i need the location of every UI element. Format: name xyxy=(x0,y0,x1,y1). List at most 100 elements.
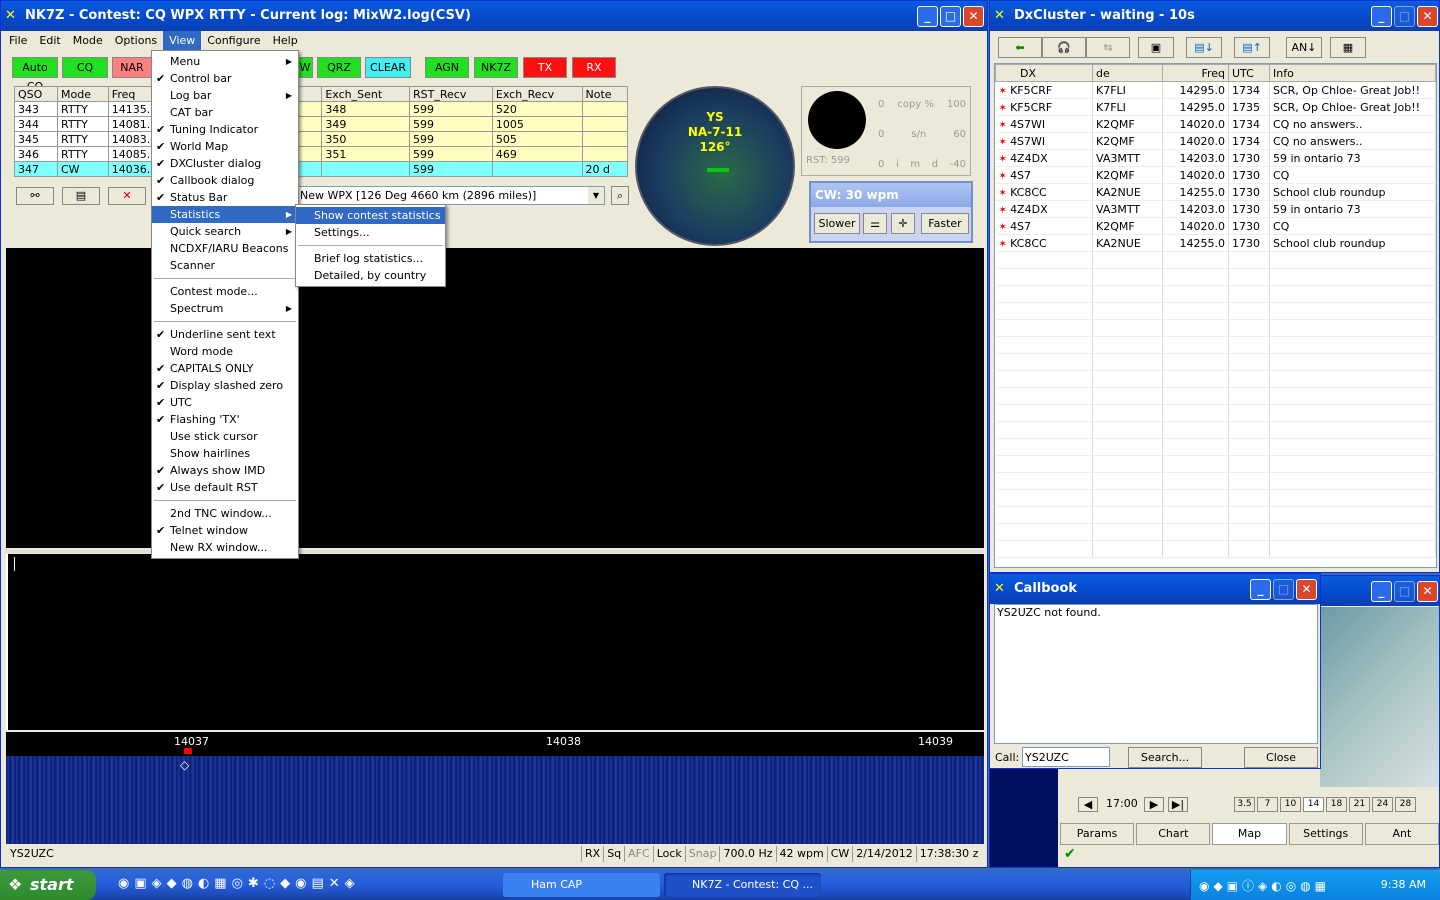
w-button[interactable]: W xyxy=(297,57,313,78)
view-menu-item[interactable]: New RX window... xyxy=(152,539,298,556)
cw-mode-icon[interactable]: ⚌ xyxy=(863,213,887,234)
slower-button[interactable]: Slower xyxy=(814,213,860,234)
status-lock[interactable]: Lock xyxy=(652,846,685,862)
start-button[interactable]: ❖ start xyxy=(0,870,96,900)
map-minimize-button[interactable]: _ xyxy=(1371,581,1392,602)
map-tab[interactable]: Params xyxy=(1060,823,1135,845)
view-menu-item[interactable]: ✔ DXCluster dialog xyxy=(152,155,298,172)
band-button[interactable]: 28 xyxy=(1395,797,1416,812)
statistics-menu-item[interactable]: Show contest statistics xyxy=(296,207,445,224)
announce-icon[interactable]: AN↓ xyxy=(1286,37,1322,58)
log-row[interactable]: 346RTTY14085.816TS599351599469 xyxy=(14,146,629,162)
dx-column-header[interactable]: Info xyxy=(1269,64,1436,82)
close-button[interactable]: ✕ xyxy=(963,6,984,27)
log-table[interactable]: QSOModeFreqRST_SentExch_SentRST_RecvExch… xyxy=(14,86,629,177)
status-snap[interactable]: Snap xyxy=(684,846,720,862)
dx-minimize-button[interactable]: _ xyxy=(1371,6,1392,27)
world-map-image[interactable] xyxy=(1320,607,1439,787)
view-menu-item[interactable]: ✔ Underline sent text xyxy=(152,326,298,343)
clear-button[interactable]: CLEAR xyxy=(365,57,411,78)
view-menu-item[interactable]: CAT bar xyxy=(152,104,298,121)
view-menu-item[interactable]: ✔ World Map xyxy=(152,138,298,155)
map-maximize-button[interactable]: □ xyxy=(1394,581,1415,602)
time-forward-button[interactable]: ▶ xyxy=(1144,797,1164,812)
dx-maximize-button[interactable]: □ xyxy=(1394,6,1415,27)
log-header[interactable]: Exch_Recv xyxy=(491,86,583,102)
log-header[interactable]: Note xyxy=(581,86,629,102)
view-menu-item[interactable]: ✔ Control bar xyxy=(152,70,298,87)
band-button[interactable]: 3.5 xyxy=(1234,797,1255,812)
view-menu-item[interactable]: ✔ Display slashed zero xyxy=(152,377,298,394)
connect-icon[interactable]: ⇆ xyxy=(1086,37,1130,58)
log-row[interactable]: 347CW14036.983UZC59959920 d xyxy=(14,161,629,177)
binoculars-icon[interactable]: ⚯ xyxy=(16,187,54,205)
cb-minimize-button[interactable]: _ xyxy=(1250,579,1271,600)
view-menu-item[interactable]: Menu ▶ xyxy=(152,53,298,70)
callbook-search-button[interactable]: Search... xyxy=(1128,747,1202,768)
cb-close-button[interactable]: ✕ xyxy=(1296,579,1317,600)
status-sq[interactable]: Sq xyxy=(603,846,624,862)
view-menu-item[interactable]: NCDXF/IARU Beacons xyxy=(152,240,298,257)
menu-file[interactable]: File xyxy=(3,31,33,52)
view-menu-item[interactable]: ✔ Telnet window xyxy=(152,522,298,539)
band-button[interactable]: 18 xyxy=(1326,797,1347,812)
log-row[interactable]: 343RTTY14135.803GG599348599520 xyxy=(14,101,629,117)
status-mode[interactable]: CW xyxy=(826,846,853,862)
menu-view[interactable]: View xyxy=(163,31,202,52)
menu-options[interactable]: Options xyxy=(109,31,163,52)
dx-column-header[interactable]: DX xyxy=(995,64,1093,82)
view-menu-item[interactable]: Spectrum ▶ xyxy=(152,300,298,317)
rx-button[interactable]: RX xyxy=(572,57,616,78)
view-menu-item[interactable]: Use stick cursor xyxy=(152,428,298,445)
dx-list[interactable]: DX de Freq UTC Info ✶ KF5CRF K7FLI 14295.0 1734… xyxy=(994,63,1437,568)
menu-edit[interactable]: Edit xyxy=(33,31,66,52)
agn-button[interactable]: AGN xyxy=(425,57,469,78)
band-button[interactable]: 21 xyxy=(1349,797,1370,812)
info-dropdown[interactable]: New WPX [126 Deg 4660 km (2896 miles)] ▼ xyxy=(297,186,605,205)
view-menu-item[interactable]: Scanner xyxy=(152,257,298,274)
log-header[interactable]: RST_Recv xyxy=(409,86,493,102)
dx-spot-row[interactable]: ✶ 4S7 K2QMF 14020.0 1730 CQ xyxy=(995,166,1436,184)
dx-spot-row[interactable]: ✶ 4Z4DX VA3MTT 14203.0 1730 59 in ontario 73 xyxy=(995,200,1436,218)
map-close-button[interactable]: ✕ xyxy=(1417,581,1438,602)
dropdown-arrow-icon[interactable]: ▼ xyxy=(588,187,604,204)
settings-icon[interactable]: ▦ xyxy=(1330,37,1366,58)
status-afc[interactable]: AFC xyxy=(624,846,653,862)
cursor-marker-icon[interactable]: ◇ xyxy=(180,758,189,772)
dx-column-header[interactable]: de xyxy=(1092,64,1163,82)
frequency-ruler[interactable]: 14037 14038 14039 xyxy=(6,732,984,756)
view-menu-item[interactable]: Statistics ▶ xyxy=(152,206,298,223)
view-menu-item[interactable]: 2nd TNC window... xyxy=(152,505,298,522)
tx-button[interactable]: TX xyxy=(523,57,567,78)
band-button[interactable]: 7 xyxy=(1257,797,1278,812)
dx-spot-row[interactable]: ✶ 4S7 K2QMF 14020.0 1730 CQ xyxy=(995,217,1436,235)
auto-cq-button[interactable]: Auto CQ xyxy=(12,57,58,93)
statistics-menu-item[interactable]: Settings... xyxy=(296,224,445,241)
log-header[interactable]: QSO xyxy=(14,86,58,102)
world-globe[interactable]: YS NA-7-11 126° xyxy=(635,86,795,246)
minimize-button[interactable]: _ xyxy=(917,6,938,27)
cq-button[interactable]: CQ xyxy=(62,57,108,78)
dx-spot-row[interactable]: ✶ KF5CRF K7FLI 14295.0 1735 SCR, Op Chloe- G… xyxy=(995,98,1436,116)
log-header[interactable]: Mode xyxy=(57,86,109,102)
band-button[interactable]: 24 xyxy=(1372,797,1393,812)
dx-spot-row[interactable]: ✶ 4S7WI K2QMF 14020.0 1734 CQ no answers.. xyxy=(995,132,1436,150)
view-menu-item[interactable]: ✔ Always show IMD xyxy=(152,462,298,479)
map-tab[interactable]: Chart xyxy=(1136,823,1211,845)
statistics-menu-item[interactable]: Brief log statistics... xyxy=(296,250,445,267)
menu-configure[interactable]: Configure xyxy=(201,31,266,52)
faster-button[interactable]: Faster xyxy=(921,213,969,234)
waterfall[interactable]: ◇ xyxy=(6,756,984,844)
view-menu-item[interactable]: ✔ Tuning Indicator xyxy=(152,121,298,138)
taskbar-item-mixw[interactable]: NK7Z - Contest: CQ ... xyxy=(664,873,821,897)
cw-move-icon[interactable]: ✛ xyxy=(891,213,915,234)
dx-column-header[interactable]: UTC xyxy=(1228,64,1270,82)
menu-help[interactable]: Help xyxy=(267,31,304,52)
back-arrow-icon[interactable]: ⬅ xyxy=(998,37,1042,58)
sort-down-icon[interactable]: ▤↓ xyxy=(1186,37,1222,58)
nk7z-button[interactable]: NK7Z xyxy=(474,57,518,78)
maximize-button[interactable]: □ xyxy=(940,6,961,27)
nar-button[interactable]: NAR xyxy=(112,57,152,78)
view-menu-item[interactable]: Word mode xyxy=(152,343,298,360)
callbook-close-button[interactable]: Close xyxy=(1244,747,1318,768)
